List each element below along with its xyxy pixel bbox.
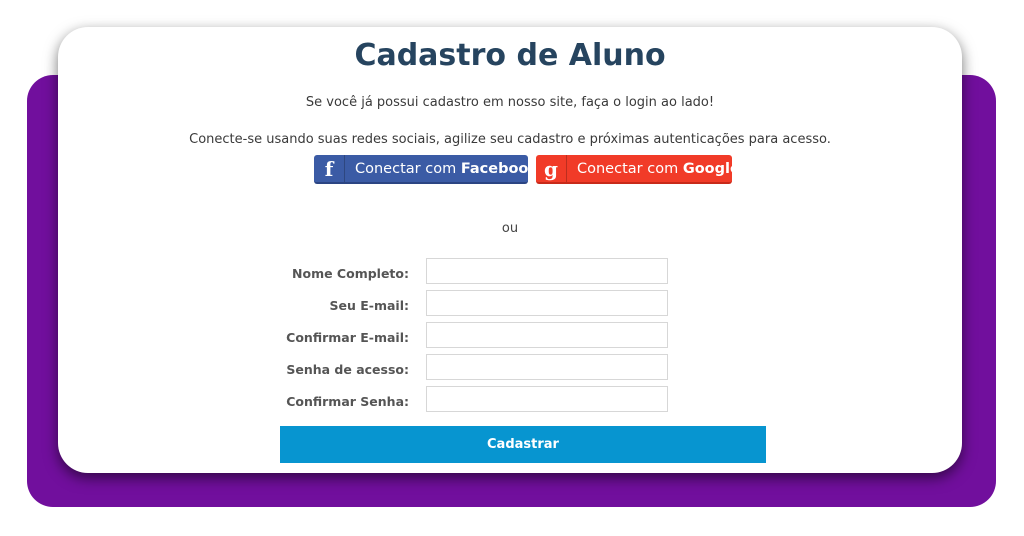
facebook-connect-button[interactable]: f Conectar com Facebook (314, 155, 538, 184)
form-row-full-name: Nome Completo: (58, 258, 962, 284)
registration-card: Cadastro de Aluno Se você já possui cada… (58, 27, 962, 473)
separator-text: ou (501, 221, 519, 236)
login-hint-text: Se você já possui cadastro em nosso site… (305, 95, 715, 110)
form-row-confirm-email: Confirmar E-mail: (58, 322, 962, 348)
confirm-password-label: Confirmar Senha: (286, 394, 409, 409)
password-input[interactable] (426, 354, 668, 380)
email-input[interactable] (426, 290, 668, 316)
full-name-label: Nome Completo: (292, 266, 409, 281)
confirm-email-input[interactable] (426, 322, 668, 348)
submit-button[interactable]: Cadastrar (280, 426, 766, 463)
form-row-confirm-password: Confirmar Senha: (58, 386, 962, 412)
form-row-password: Senha de acesso: (58, 354, 962, 380)
email-label: Seu E-mail: (329, 298, 410, 313)
password-label: Senha de acesso: (286, 362, 409, 377)
form-row-email: Seu E-mail: (58, 290, 962, 316)
google-connect-button[interactable]: g Conectar com Google (536, 155, 740, 184)
google-icon: g (536, 155, 567, 182)
confirm-password-input[interactable] (426, 386, 668, 412)
full-name-input[interactable] (426, 258, 668, 284)
facebook-icon: f (314, 155, 345, 182)
facebook-button-label: Conectar com Facebook (355, 160, 539, 177)
page-title: Cadastro de Aluno (354, 38, 666, 73)
google-button-label: Conectar com Google (577, 160, 740, 177)
confirm-email-label: Confirmar E-mail: (286, 330, 409, 345)
social-hint-text: Conecte-se usando suas redes sociais, ag… (189, 132, 831, 147)
